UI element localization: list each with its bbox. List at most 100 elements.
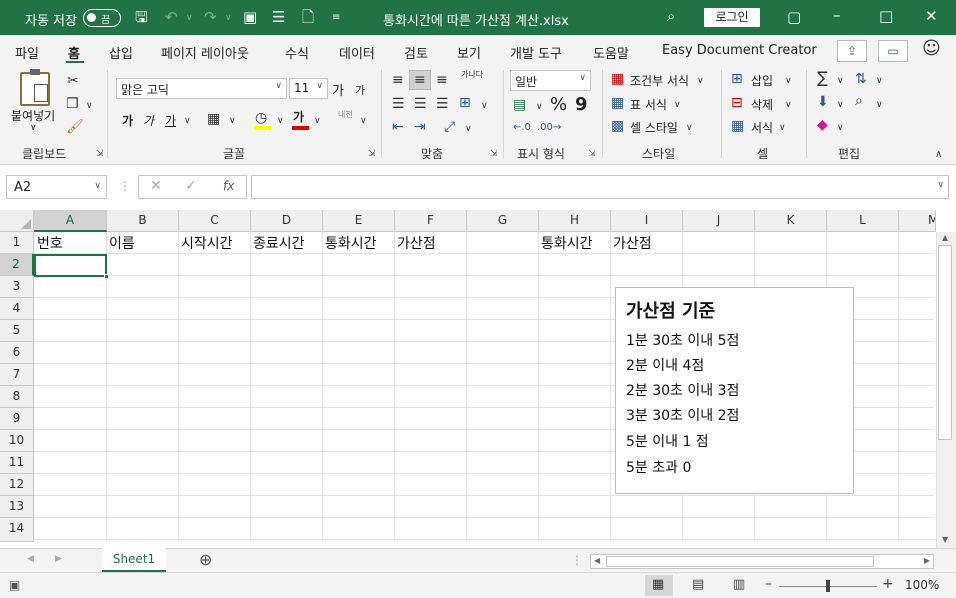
column-header-e[interactable]: E	[323, 210, 395, 232]
phonetic-dropdown-icon[interactable]: ∨	[360, 113, 367, 129]
merge-center-icon[interactable]: ⊞	[459, 95, 471, 111]
row-header-1[interactable]: 1	[0, 232, 34, 254]
row-header-12[interactable]: 12	[0, 474, 34, 496]
tab-page-layout[interactable]: 페이지 레이아웃	[161, 43, 249, 62]
shrink-font-button[interactable]: 가	[355, 82, 365, 98]
fill-handle[interactable]	[104, 274, 109, 279]
feedback-smiley-icon[interactable]: ☺	[922, 38, 941, 59]
form-icon[interactable]: ☰	[272, 9, 285, 25]
zoom-level[interactable]: 100%	[905, 578, 939, 592]
row-header-4[interactable]: 4	[0, 298, 34, 320]
row-header-14[interactable]: 14	[0, 518, 34, 542]
tab-home[interactable]: 홈	[68, 43, 80, 62]
font-size-select[interactable]: 11 ∨	[289, 78, 328, 99]
underline-button[interactable]: 가	[165, 112, 176, 129]
undo-dropdown-icon[interactable]: ∨	[186, 10, 193, 26]
column-header-b[interactable]: B	[107, 210, 179, 232]
phonetic-guide-button[interactable]: 내천	[338, 109, 353, 120]
scroll-left-icon[interactable]: ◀	[594, 556, 600, 565]
underline-dropdown-icon[interactable]: ∨	[184, 113, 191, 129]
paste-icon[interactable]	[20, 69, 50, 106]
clipboard-launcher-icon[interactable]: ⇲	[96, 149, 104, 159]
select-all-corner[interactable]	[0, 210, 34, 232]
delete-cells-button[interactable]: 삭제	[751, 96, 773, 113]
borders-icon[interactable]: ▦	[207, 111, 220, 127]
insert-cells-button[interactable]: 삽입	[751, 72, 773, 89]
tab-help[interactable]: 도움말	[593, 43, 629, 62]
cut-icon[interactable]: ✂	[67, 73, 79, 89]
autosum-dropdown-icon[interactable]: ∨	[837, 73, 844, 89]
clear-eraser-icon[interactable]: ◆	[817, 117, 828, 133]
bold-button[interactable]: 가	[122, 112, 133, 129]
number-launcher-icon[interactable]: ⇲	[588, 149, 596, 159]
cell-d1[interactable]: 종료시간	[253, 233, 305, 253]
cell-b1[interactable]: 이름	[109, 233, 135, 253]
horizontal-scroll-thumb[interactable]	[606, 556, 874, 567]
sheet-tab-sheet1[interactable]: Sheet1	[102, 548, 166, 572]
format-painter-icon[interactable]: 🖌	[66, 119, 84, 135]
macro-record-icon[interactable]: ▣	[9, 578, 20, 592]
align-right-icon[interactable]: ☰	[436, 96, 449, 112]
maximize-icon[interactable]: □	[879, 8, 893, 24]
close-icon[interactable]: ✕	[925, 8, 938, 24]
merge-dropdown-icon[interactable]: ∨	[481, 98, 488, 114]
zoom-out-icon[interactable]: –	[765, 576, 772, 592]
column-header-h[interactable]: H	[539, 210, 611, 232]
page-break-view-icon[interactable]: ▥	[733, 577, 745, 592]
row-header-5[interactable]: 5	[0, 320, 34, 342]
tab-easy-document-creator[interactable]: Easy Document Creator	[662, 43, 817, 58]
chevron-down-icon[interactable]: ∨	[785, 97, 792, 113]
row-header-7[interactable]: 7	[0, 364, 34, 386]
zoom-slider-thumb[interactable]	[826, 580, 830, 592]
next-sheet-icon[interactable]: ▶	[55, 554, 62, 564]
copy-dropdown-icon[interactable]: ∨	[86, 98, 93, 114]
formula-input[interactable]: ∨	[251, 175, 949, 199]
criteria-textbox[interactable]: 가산점 기준 1분 30초 이내 5점 2분 이내 4점 2분 30초 이내 3…	[615, 287, 854, 494]
chevron-down-icon[interactable]: ∨	[779, 120, 786, 136]
fill-color-button[interactable]: ◷	[253, 110, 273, 130]
accounting-dropdown-icon[interactable]: ∨	[536, 99, 543, 115]
align-bottom-icon[interactable]: ≡	[436, 72, 448, 88]
chevron-down-icon[interactable]: ∨	[674, 97, 681, 113]
name-box[interactable]: A2 ∨	[6, 175, 107, 199]
row-header-9[interactable]: 9	[0, 408, 34, 430]
column-header-k[interactable]: K	[755, 210, 827, 232]
row-header-3[interactable]: 3	[0, 276, 34, 298]
column-header-m[interactable]: M	[899, 210, 936, 232]
ribbon-display-icon[interactable]: ▢	[787, 9, 801, 25]
expand-formula-icon[interactable]: ∨	[937, 180, 944, 190]
search-icon[interactable]: ⌕	[667, 8, 675, 24]
chevron-down-icon[interactable]: ∨	[785, 73, 792, 89]
decrease-indent-icon[interactable]: ⇤	[392, 119, 404, 135]
chevron-down-icon[interactable]: ∨	[686, 120, 693, 136]
row-header-2[interactable]: 2	[0, 254, 34, 276]
sort-filter-dropdown-icon[interactable]: ∨	[876, 73, 883, 89]
align-middle-button[interactable]: ≡	[409, 70, 431, 90]
undo-icon[interactable]: ↶	[165, 9, 178, 25]
increase-indent-icon[interactable]: ⇥	[414, 119, 426, 135]
orientation-dropdown-icon[interactable]: ∨	[465, 121, 472, 137]
font-launcher-icon[interactable]: ⇲	[368, 149, 376, 159]
row-header-11[interactable]: 11	[0, 452, 34, 474]
column-header-f[interactable]: F	[395, 210, 467, 232]
collapse-ribbon-icon[interactable]: ∧	[935, 147, 942, 163]
align-left-icon[interactable]: ☰	[392, 96, 405, 112]
column-header-l[interactable]: L	[827, 210, 899, 232]
login-button[interactable]: 로그인	[704, 8, 760, 27]
redo-dropdown-icon[interactable]: ∨	[225, 10, 232, 26]
increase-decimal-icon[interactable]: ←.0	[513, 120, 531, 136]
row-header-8[interactable]: 8	[0, 386, 34, 408]
prev-sheet-icon[interactable]: ◀	[27, 554, 34, 564]
column-header-a[interactable]: A	[34, 210, 107, 232]
tab-view[interactable]: 보기	[457, 43, 481, 62]
find-select-icon[interactable]: ⌕	[855, 93, 863, 109]
row-header-13[interactable]: 13	[0, 496, 34, 518]
camera-icon[interactable]: ▣	[243, 9, 257, 25]
accounting-format-icon[interactable]: ▤	[513, 97, 526, 113]
chevron-down-icon[interactable]: ∨	[697, 73, 704, 89]
fill-down-icon[interactable]: ⬇	[817, 94, 829, 110]
autosave-toggle[interactable]: 끔	[83, 9, 121, 27]
copy-icon[interactable]: ❐	[66, 96, 79, 112]
decrease-decimal-icon[interactable]: .00→	[537, 120, 561, 136]
conditional-formatting-button[interactable]: 조건부 서식	[630, 72, 689, 89]
